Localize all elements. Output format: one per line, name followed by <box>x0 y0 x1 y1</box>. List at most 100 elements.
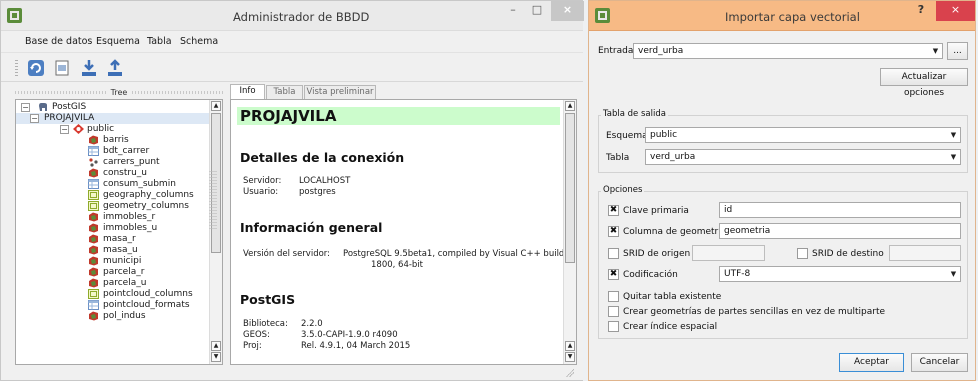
srid-source-field[interactable] <box>692 245 765 261</box>
info-scrollbar[interactable]: ▲ ▲ ▼ <box>563 100 576 364</box>
geometry-column-label: Columna de geometría <box>623 227 727 237</box>
scroll-down-icon[interactable]: ▼ <box>211 352 221 362</box>
table-row[interactable]: bdt_carrer <box>16 146 210 157</box>
tree-label: geometry_columns <box>103 201 189 211</box>
encoding-checkbox[interactable]: ✖ <box>608 269 619 280</box>
tree-label: constru_u <box>103 168 147 178</box>
refresh-icon[interactable] <box>25 57 47 79</box>
chevron-down-icon[interactable]: ▼ <box>948 268 959 280</box>
tree-label: masa_u <box>103 245 138 255</box>
tab-tabla[interactable]: Tabla <box>266 85 303 99</box>
table-row[interactable]: geometry_columns <box>16 201 210 212</box>
schema-combo[interactable]: public ▼ <box>645 127 961 143</box>
table-row[interactable]: barris <box>16 135 210 146</box>
sql-window-icon[interactable] <box>51 57 73 79</box>
scroll-up-icon[interactable]: ▲ <box>211 101 221 111</box>
primary-key-checkbox[interactable]: ✖ <box>608 205 619 216</box>
chevron-down-icon[interactable]: ▼ <box>948 129 959 141</box>
table-row[interactable]: parcela_u <box>16 278 210 289</box>
scroll-up-icon[interactable]: ▲ <box>565 101 575 111</box>
point-layer-icon <box>89 158 98 167</box>
primary-key-field[interactable]: id <box>719 202 961 218</box>
tab-vista-preliminar[interactable]: Vista preliminar <box>304 85 376 99</box>
library-label: Biblioteca: <box>243 319 288 329</box>
tree-panel-header: Tree <box>15 88 223 97</box>
table-row[interactable]: parcela_r <box>16 267 210 278</box>
srid-target-label: SRID de destino <box>812 249 884 259</box>
minimize-button[interactable]: – <box>501 1 525 21</box>
view-icon <box>88 201 99 211</box>
scroll-down-icon[interactable]: ▼ <box>565 352 575 362</box>
encoding-label: Codificación <box>623 270 678 280</box>
srid-source-checkbox[interactable] <box>608 248 619 259</box>
resize-grip-icon[interactable] <box>564 367 574 377</box>
chevron-down-icon[interactable]: ▼ <box>930 45 941 57</box>
db-manager-titlebar[interactable]: Administrador de BBDD – □ × <box>1 1 584 31</box>
collapse-icon[interactable]: − <box>21 103 30 112</box>
import-layer-icon[interactable] <box>78 57 100 79</box>
table-row[interactable]: geography_columns <box>16 190 210 201</box>
panel-splitter[interactable] <box>209 171 217 231</box>
tree-node-schema[interactable]: − public <box>16 124 210 135</box>
tree-label: PROJAJVILA <box>44 113 95 123</box>
table-icon <box>88 300 99 310</box>
table-row[interactable]: pointcloud_columns <box>16 289 210 300</box>
close-button[interactable]: × <box>551 1 584 21</box>
scroll-thumb[interactable] <box>565 113 575 263</box>
encoding-combo[interactable]: UTF-8 ▼ <box>719 266 961 282</box>
table-row[interactable]: consum_submin <box>16 179 210 190</box>
input-layer-combo[interactable]: verd_urba ▼ <box>633 43 943 59</box>
help-button[interactable]: ? <box>909 1 933 21</box>
tree-node-postgis[interactable]: − PostGIS <box>16 102 210 113</box>
table-row[interactable]: constru_u <box>16 168 210 179</box>
chevron-down-icon[interactable]: ▼ <box>948 151 959 163</box>
collapse-icon[interactable]: − <box>60 125 69 134</box>
srid-source-label: SRID de origen <box>623 249 691 259</box>
accept-button[interactable]: Aceptar <box>839 353 904 372</box>
db-name-banner: PROJAJVILA <box>237 107 560 125</box>
scroll-up-icon[interactable]: ▲ <box>565 341 575 351</box>
geometry-column-field[interactable]: geometria <box>719 223 961 239</box>
cancel-button[interactable]: Cancelar <box>911 353 968 372</box>
browse-button[interactable]: ... <box>947 42 968 60</box>
db-tree[interactable]: − PostGIS − PROJAJVILA − public barris bd… <box>15 99 223 365</box>
primary-key-label: Clave primaria <box>623 206 689 216</box>
drop-table-checkbox[interactable] <box>608 291 619 302</box>
table-combo[interactable]: verd_urba ▼ <box>645 149 961 165</box>
table-row[interactable]: carrers_punt <box>16 157 210 168</box>
table-row[interactable]: masa_r <box>16 234 210 245</box>
tree-scrollbar[interactable]: ▲ ▲ ▼ <box>209 100 222 364</box>
table-row[interactable]: pol_indus <box>16 311 210 322</box>
menu-esquema[interactable]: Esquema <box>96 36 140 47</box>
update-options-button[interactable]: Actualizar opciones <box>880 68 968 98</box>
export-layer-icon[interactable] <box>104 57 126 79</box>
table-row[interactable]: municipi <box>16 256 210 267</box>
menu-schema[interactable]: Schema <box>180 36 218 47</box>
dialog-titlebar[interactable]: Importar capa vectorial ? × <box>589 1 975 31</box>
tree-label: parcela_r <box>103 267 145 277</box>
table-row[interactable]: pointcloud_formats <box>16 300 210 311</box>
menu-base-de-datos[interactable]: Base de datos <box>25 36 92 47</box>
table-row[interactable]: immobles_u <box>16 223 210 234</box>
tree-label: carrers_punt <box>103 157 160 167</box>
table-value: verd_urba <box>650 152 696 162</box>
status-bar <box>15 367 578 379</box>
tab-info[interactable]: Info <box>230 84 265 99</box>
user-label: Usuario: <box>243 187 279 197</box>
spatial-index-checkbox[interactable] <box>608 321 619 332</box>
table-row[interactable]: masa_u <box>16 245 210 256</box>
tree-node-connection[interactable]: − PROJAJVILA <box>16 113 210 124</box>
dialog-close-button[interactable]: × <box>936 1 975 21</box>
geometry-column-checkbox[interactable]: ✖ <box>608 226 619 237</box>
table-row[interactable]: immobles_r <box>16 212 210 223</box>
srid-target-field[interactable] <box>889 245 961 261</box>
srid-target-checkbox[interactable] <box>797 248 808 259</box>
scroll-up-icon[interactable]: ▲ <box>211 341 221 351</box>
menu-tabla[interactable]: Tabla <box>147 36 172 47</box>
table-icon <box>88 146 99 156</box>
version-value-cont: 1800, 64-bit <box>371 260 424 270</box>
collapse-icon[interactable]: − <box>30 114 39 123</box>
polygon-layer-icon <box>89 168 98 178</box>
maximize-button[interactable]: □ <box>525 1 549 21</box>
single-parts-checkbox[interactable] <box>608 306 619 317</box>
